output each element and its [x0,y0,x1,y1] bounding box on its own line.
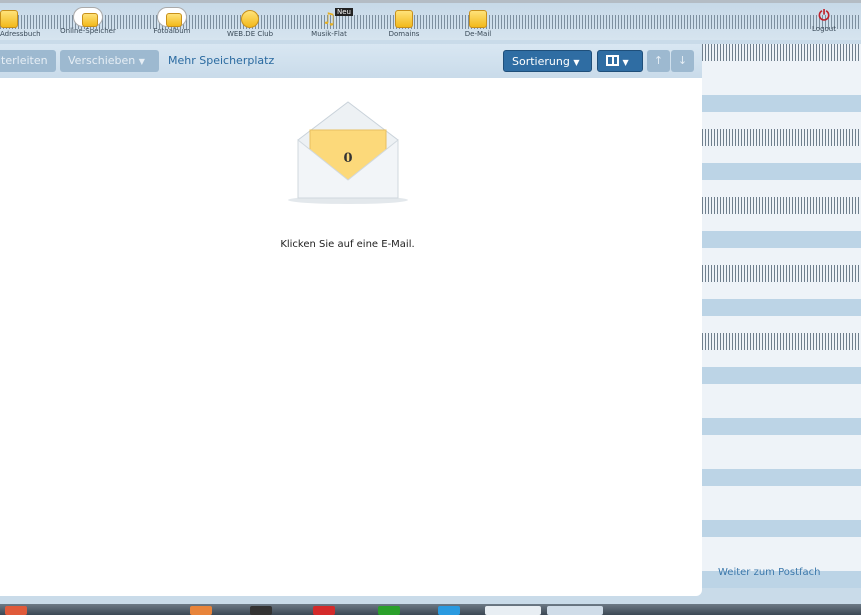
taskbar-app-icon[interactable] [190,606,212,615]
mail-toolbar: iterleiten Verschieben ▼ Mehr Speicherpl… [0,44,702,78]
sort-label: Sortierung [512,55,570,68]
nav-item-club[interactable]: WEB.DE Club [210,7,290,38]
empty-message: Klicken Sie auf eine E-Mail. [280,239,415,250]
taskbar-app-icon[interactable] [378,606,400,615]
nav-item-fotoalbum[interactable]: Fotoalbum [132,7,212,35]
nav-label: De-Mail [464,30,492,38]
address-book-icon [0,10,18,28]
nav-item-musik-flat[interactable]: ♫ Neu Musik-Flat [289,7,369,38]
photo-album-icon [157,7,187,27]
nav-label: Online-Speicher [60,27,116,35]
nav-label: Fotoalbum [153,27,191,35]
os-taskbar [0,604,861,615]
top-navigation: Adressbuch Online-Speicher Fotoalbum WEB… [0,0,861,40]
sort-button[interactable]: Sortierung ▼ [503,50,592,72]
nav-label: Domains [388,30,420,38]
taskbar-window-button[interactable] [485,606,541,615]
domains-icon [395,10,413,28]
nav-item-domains[interactable]: Domains [364,7,444,38]
nav-label: WEB.DE Club [226,30,274,38]
logout-button[interactable]: ⏻ Logout [784,3,861,33]
more-storage-link[interactable]: Mehr Speicherplatz [168,50,274,72]
chevron-down-icon: ▼ [138,57,145,66]
arrow-down-icon: ↓ [677,54,688,67]
nav-label: Adressbuch [0,30,41,38]
forward-button[interactable]: iterleiten [0,50,56,72]
cloud-storage-icon [73,7,103,27]
unread-count: 0 [343,151,353,166]
taskbar-app-icon[interactable] [250,606,272,615]
logout-label: Logout [812,25,836,33]
move-button[interactable]: Verschieben ▼ [60,50,159,72]
move-label: Verschieben [68,54,136,67]
new-badge: Neu [335,8,353,16]
nav-item-online-speicher[interactable]: Online-Speicher [48,7,128,35]
chevron-down-icon: ▼ [622,58,629,67]
taskbar-window-button[interactable] [547,606,603,615]
reading-pane: 0 Klicken Sie auf eine E-Mail. [0,78,702,596]
split-view-icon [606,55,619,66]
de-mail-icon [469,10,487,28]
arrow-up-icon: ↑ [653,54,664,67]
power-icon: ⏻ [818,8,830,24]
nav-item-adressbuch[interactable]: Adressbuch [0,7,44,38]
next-button[interactable]: ↓ [671,50,694,72]
nav-item-de-mail[interactable]: De-Mail [438,7,518,38]
taskbar-app-icon[interactable] [438,606,460,615]
nav-label: Musik-Flat [311,30,347,38]
layout-button[interactable]: ▼ [597,50,643,72]
continue-to-mailbox-link[interactable]: Weiter zum Postfach [718,567,821,578]
previous-button[interactable]: ↑ [647,50,670,72]
taskbar-app-icon[interactable] [313,606,335,615]
chevron-down-icon: ▼ [573,58,580,67]
mail-list-background [702,44,861,596]
taskbar-app-icon[interactable] [5,606,27,615]
club-icon [241,10,259,28]
